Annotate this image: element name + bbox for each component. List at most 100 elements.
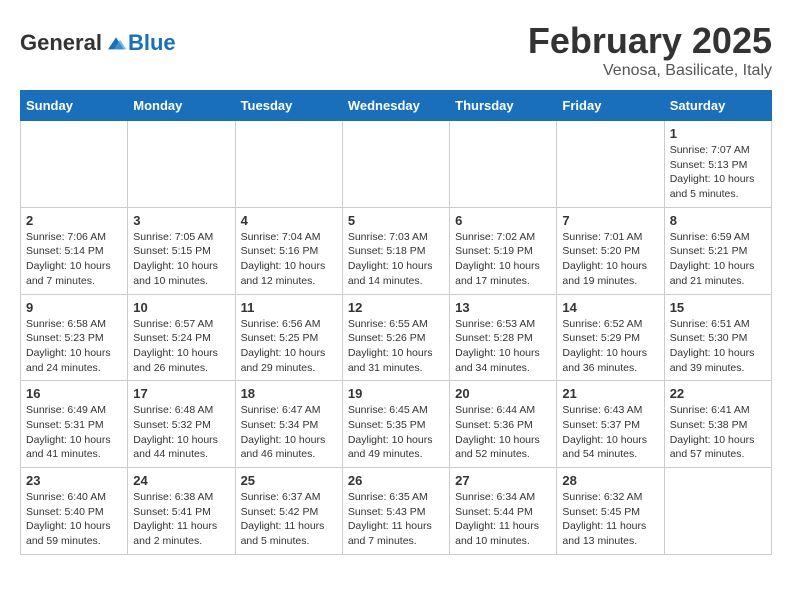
calendar-cell: 19 Sunrise: 6:45 AM Sunset: 5:35 PM Dayli… <box>342 381 449 468</box>
day-info: Sunrise: 6:41 AM Sunset: 5:38 PM Dayligh… <box>670 403 766 462</box>
header: General Blue February 2025 Venosa, Basil… <box>20 20 772 80</box>
day-number: 28 <box>562 473 658 488</box>
calendar-cell: 25 Sunrise: 6:37 AM Sunset: 5:42 PM Dayli… <box>235 468 342 555</box>
weekday-header-sunday: Sunday <box>21 91 128 121</box>
day-number: 6 <box>455 213 551 228</box>
day-number: 25 <box>241 473 337 488</box>
day-info: Sunrise: 7:07 AM Sunset: 5:13 PM Dayligh… <box>670 143 766 202</box>
day-info: Sunrise: 6:57 AM Sunset: 5:24 PM Dayligh… <box>133 317 229 376</box>
day-number: 19 <box>348 386 444 401</box>
calendar-cell: 20Sunrise: 6:44 AM Sunset: 5:36 PM Dayli… <box>450 381 557 468</box>
logo-blue-text: Blue <box>128 30 176 56</box>
day-number: 12 <box>348 300 444 315</box>
week-row-1: 2Sunrise: 7:06 AM Sunset: 5:14 PM Daylig… <box>21 207 772 294</box>
week-row-4: 23 Sunrise: 6:40 AM Sunset: 5:40 PM Dayli… <box>21 468 772 555</box>
day-number: 15 <box>670 300 766 315</box>
calendar-table: SundayMondayTuesdayWednesdayThursdayFrid… <box>20 90 772 555</box>
calendar-cell: 7Sunrise: 7:01 AM Sunset: 5:20 PM Daylig… <box>557 207 664 294</box>
day-number: 4 <box>241 213 337 228</box>
week-row-3: 16 Sunrise: 6:49 AM Sunset: 5:31 PM Dayli… <box>21 381 772 468</box>
location-subtitle: Venosa, Basilicate, Italy <box>528 62 772 80</box>
day-number: 14 <box>562 300 658 315</box>
calendar-cell <box>342 121 449 208</box>
weekday-header-tuesday: Tuesday <box>235 91 342 121</box>
calendar-cell: 15 Sunrise: 6:51 AM Sunset: 5:30 PM Dayli… <box>664 294 771 381</box>
weekday-header-row: SundayMondayTuesdayWednesdayThursdayFrid… <box>21 91 772 121</box>
calendar-cell: 14 Sunrise: 6:52 AM Sunset: 5:29 PM Dayli… <box>557 294 664 381</box>
logo: General Blue <box>20 30 176 56</box>
day-number: 8 <box>670 213 766 228</box>
weekday-header-monday: Monday <box>128 91 235 121</box>
day-number: 22 <box>670 386 766 401</box>
calendar-cell: 1 Sunrise: 7:07 AM Sunset: 5:13 PM Daylig… <box>664 121 771 208</box>
calendar-cell: 21Sunrise: 6:43 AM Sunset: 5:37 PM Dayli… <box>557 381 664 468</box>
calendar-cell <box>450 121 557 208</box>
calendar-cell: 28 Sunrise: 6:32 AM Sunset: 5:45 PM Dayli… <box>557 468 664 555</box>
day-number: 1 <box>670 126 766 141</box>
calendar-cell: 4 Sunrise: 7:04 AM Sunset: 5:16 PM Daylig… <box>235 207 342 294</box>
calendar-cell: 2Sunrise: 7:06 AM Sunset: 5:14 PM Daylig… <box>21 207 128 294</box>
calendar-cell: 5 Sunrise: 7:03 AM Sunset: 5:18 PM Daylig… <box>342 207 449 294</box>
day-info: Sunrise: 6:34 AM Sunset: 5:44 PM Dayligh… <box>455 490 551 549</box>
day-info: Sunrise: 6:56 AM Sunset: 5:25 PM Dayligh… <box>241 317 337 376</box>
day-number: 18 <box>241 386 337 401</box>
week-row-2: 9Sunrise: 6:58 AM Sunset: 5:23 PM Daylig… <box>21 294 772 381</box>
day-number: 5 <box>348 213 444 228</box>
logo-general-text: General <box>20 30 102 56</box>
day-info: Sunrise: 6:32 AM Sunset: 5:45 PM Dayligh… <box>562 490 658 549</box>
calendar-cell: 17Sunrise: 6:48 AM Sunset: 5:32 PM Dayli… <box>128 381 235 468</box>
weekday-header-thursday: Thursday <box>450 91 557 121</box>
day-info: Sunrise: 7:03 AM Sunset: 5:18 PM Dayligh… <box>348 230 444 289</box>
calendar-cell: 27Sunrise: 6:34 AM Sunset: 5:44 PM Dayli… <box>450 468 557 555</box>
calendar-cell <box>21 121 128 208</box>
day-info: Sunrise: 6:37 AM Sunset: 5:42 PM Dayligh… <box>241 490 337 549</box>
calendar-cell: 24 Sunrise: 6:38 AM Sunset: 5:41 PM Dayli… <box>128 468 235 555</box>
day-info: Sunrise: 6:59 AM Sunset: 5:21 PM Dayligh… <box>670 230 766 289</box>
day-info: Sunrise: 6:52 AM Sunset: 5:29 PM Dayligh… <box>562 317 658 376</box>
calendar-cell: 12 Sunrise: 6:55 AM Sunset: 5:26 PM Dayli… <box>342 294 449 381</box>
day-info: Sunrise: 7:01 AM Sunset: 5:20 PM Dayligh… <box>562 230 658 289</box>
day-info: Sunrise: 6:49 AM Sunset: 5:31 PM Dayligh… <box>26 403 122 462</box>
calendar-cell: 16 Sunrise: 6:49 AM Sunset: 5:31 PM Dayli… <box>21 381 128 468</box>
calendar-cell: 3 Sunrise: 7:05 AM Sunset: 5:15 PM Daylig… <box>128 207 235 294</box>
day-number: 11 <box>241 300 337 315</box>
day-number: 3 <box>133 213 229 228</box>
day-number: 16 <box>26 386 122 401</box>
calendar-cell: 8 Sunrise: 6:59 AM Sunset: 5:21 PM Daylig… <box>664 207 771 294</box>
day-info: Sunrise: 6:58 AM Sunset: 5:23 PM Dayligh… <box>26 317 122 376</box>
month-title: February 2025 <box>528 20 772 62</box>
calendar-cell: 11 Sunrise: 6:56 AM Sunset: 5:25 PM Dayli… <box>235 294 342 381</box>
weekday-header-saturday: Saturday <box>664 91 771 121</box>
week-row-0: 1 Sunrise: 7:07 AM Sunset: 5:13 PM Daylig… <box>21 121 772 208</box>
calendar-cell <box>235 121 342 208</box>
calendar-cell: 23 Sunrise: 6:40 AM Sunset: 5:40 PM Dayli… <box>21 468 128 555</box>
day-info: Sunrise: 7:06 AM Sunset: 5:14 PM Dayligh… <box>26 230 122 289</box>
calendar-cell: 13Sunrise: 6:53 AM Sunset: 5:28 PM Dayli… <box>450 294 557 381</box>
day-info: Sunrise: 6:45 AM Sunset: 5:35 PM Dayligh… <box>348 403 444 462</box>
day-info: Sunrise: 6:55 AM Sunset: 5:26 PM Dayligh… <box>348 317 444 376</box>
day-number: 24 <box>133 473 229 488</box>
calendar-cell: 18 Sunrise: 6:47 AM Sunset: 5:34 PM Dayli… <box>235 381 342 468</box>
day-number: 23 <box>26 473 122 488</box>
day-info: Sunrise: 6:48 AM Sunset: 5:32 PM Dayligh… <box>133 403 229 462</box>
day-info: Sunrise: 6:47 AM Sunset: 5:34 PM Dayligh… <box>241 403 337 462</box>
title-area: February 2025 Venosa, Basilicate, Italy <box>528 20 772 80</box>
day-info: Sunrise: 6:40 AM Sunset: 5:40 PM Dayligh… <box>26 490 122 549</box>
day-info: Sunrise: 7:02 AM Sunset: 5:19 PM Dayligh… <box>455 230 551 289</box>
day-info: Sunrise: 6:38 AM Sunset: 5:41 PM Dayligh… <box>133 490 229 549</box>
day-info: Sunrise: 7:04 AM Sunset: 5:16 PM Dayligh… <box>241 230 337 289</box>
calendar-cell: 10 Sunrise: 6:57 AM Sunset: 5:24 PM Dayli… <box>128 294 235 381</box>
calendar-cell: 6 Sunrise: 7:02 AM Sunset: 5:19 PM Daylig… <box>450 207 557 294</box>
day-number: 21 <box>562 386 658 401</box>
day-number: 10 <box>133 300 229 315</box>
day-number: 26 <box>348 473 444 488</box>
day-info: Sunrise: 6:44 AM Sunset: 5:36 PM Dayligh… <box>455 403 551 462</box>
calendar-cell: 22 Sunrise: 6:41 AM Sunset: 5:38 PM Dayli… <box>664 381 771 468</box>
day-info: Sunrise: 6:35 AM Sunset: 5:43 PM Dayligh… <box>348 490 444 549</box>
day-info: Sunrise: 6:51 AM Sunset: 5:30 PM Dayligh… <box>670 317 766 376</box>
weekday-header-wednesday: Wednesday <box>342 91 449 121</box>
calendar-cell: 9Sunrise: 6:58 AM Sunset: 5:23 PM Daylig… <box>21 294 128 381</box>
calendar-cell <box>664 468 771 555</box>
day-info: Sunrise: 7:05 AM Sunset: 5:15 PM Dayligh… <box>133 230 229 289</box>
logo-icon <box>104 31 128 55</box>
